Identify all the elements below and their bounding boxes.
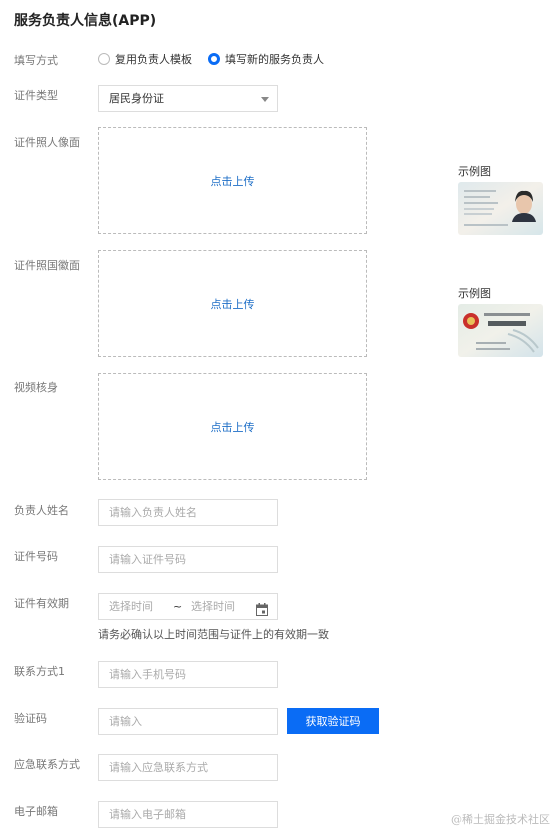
get-code-button[interactable]: 获取验证码 [287,708,379,734]
fill-mode-label: 填写方式 [14,54,58,67]
code-input[interactable]: 请输入 [98,708,278,735]
watermark: @稀土掘金技术社区 [451,813,550,826]
id-number-label: 证件号码 [14,550,58,563]
phone-label: 联系方式1 [14,665,65,678]
validity-hint: 请务必确认以上时间范围与证件上的有效期一致 [98,628,329,641]
video-label: 视频核身 [14,381,58,394]
id-front-example-label: 示例图 [458,165,491,178]
video-upload[interactable]: 点击上传 [98,373,367,480]
phone-input[interactable]: 请输入手机号码 [98,661,278,688]
emergency-label: 应急联系方式 [14,758,80,771]
validity-label: 证件有效期 [14,597,69,610]
name-input[interactable]: 请输入负责人姓名 [98,499,278,526]
validity-separator: ~ [173,600,183,613]
id-type-label: 证件类型 [14,89,58,102]
name-placeholder: 请输入负责人姓名 [109,506,197,519]
id-type-value: 居民身份证 [109,92,164,105]
id-back-example-image[interactable] [458,304,543,357]
radio-template[interactable]: 复用负责人模板 [98,51,192,67]
page-title: 服务负责人信息(APP) [14,13,157,29]
id-front-example-image[interactable] [458,182,543,235]
id-back-upload[interactable]: 点击上传 [98,250,367,357]
id-back-upload-text: 点击上传 [210,297,255,311]
validity-range-picker[interactable]: 选择时间 ~ 选择时间 [98,593,278,620]
validity-start[interactable]: 选择时间 [109,600,153,613]
video-upload-text: 点击上传 [210,420,255,434]
code-label: 验证码 [14,712,47,725]
calendar-icon[interactable] [256,600,268,625]
id-number-placeholder: 请输入证件号码 [109,553,186,566]
radio-new[interactable]: 填写新的服务负责人 [208,51,324,67]
validity-end[interactable]: 选择时间 [191,594,235,619]
email-placeholder: 请输入电子邮箱 [109,808,186,821]
radio-template-label: 复用负责人模板 [115,53,192,66]
radio-checked-icon [208,53,220,65]
id-number-input[interactable]: 请输入证件号码 [98,546,278,573]
chevron-down-icon [261,97,269,102]
phone-placeholder: 请输入手机号码 [109,668,186,681]
radio-unchecked-icon [98,53,110,65]
id-type-select[interactable]: 居民身份证 [98,85,278,112]
id-back-example-label: 示例图 [458,287,491,300]
email-input[interactable]: 请输入电子邮箱 [98,801,278,828]
code-placeholder: 请输入 [109,715,142,728]
id-back-label: 证件照国徽面 [14,259,80,272]
emergency-placeholder: 请输入应急联系方式 [109,761,208,774]
email-label: 电子邮箱 [14,805,58,818]
id-front-label: 证件照人像面 [14,136,80,149]
name-label: 负责人姓名 [14,504,69,517]
radio-new-label: 填写新的服务负责人 [225,53,324,66]
emergency-input[interactable]: 请输入应急联系方式 [98,754,278,781]
id-front-upload-text: 点击上传 [210,174,255,188]
id-front-upload[interactable]: 点击上传 [98,127,367,234]
